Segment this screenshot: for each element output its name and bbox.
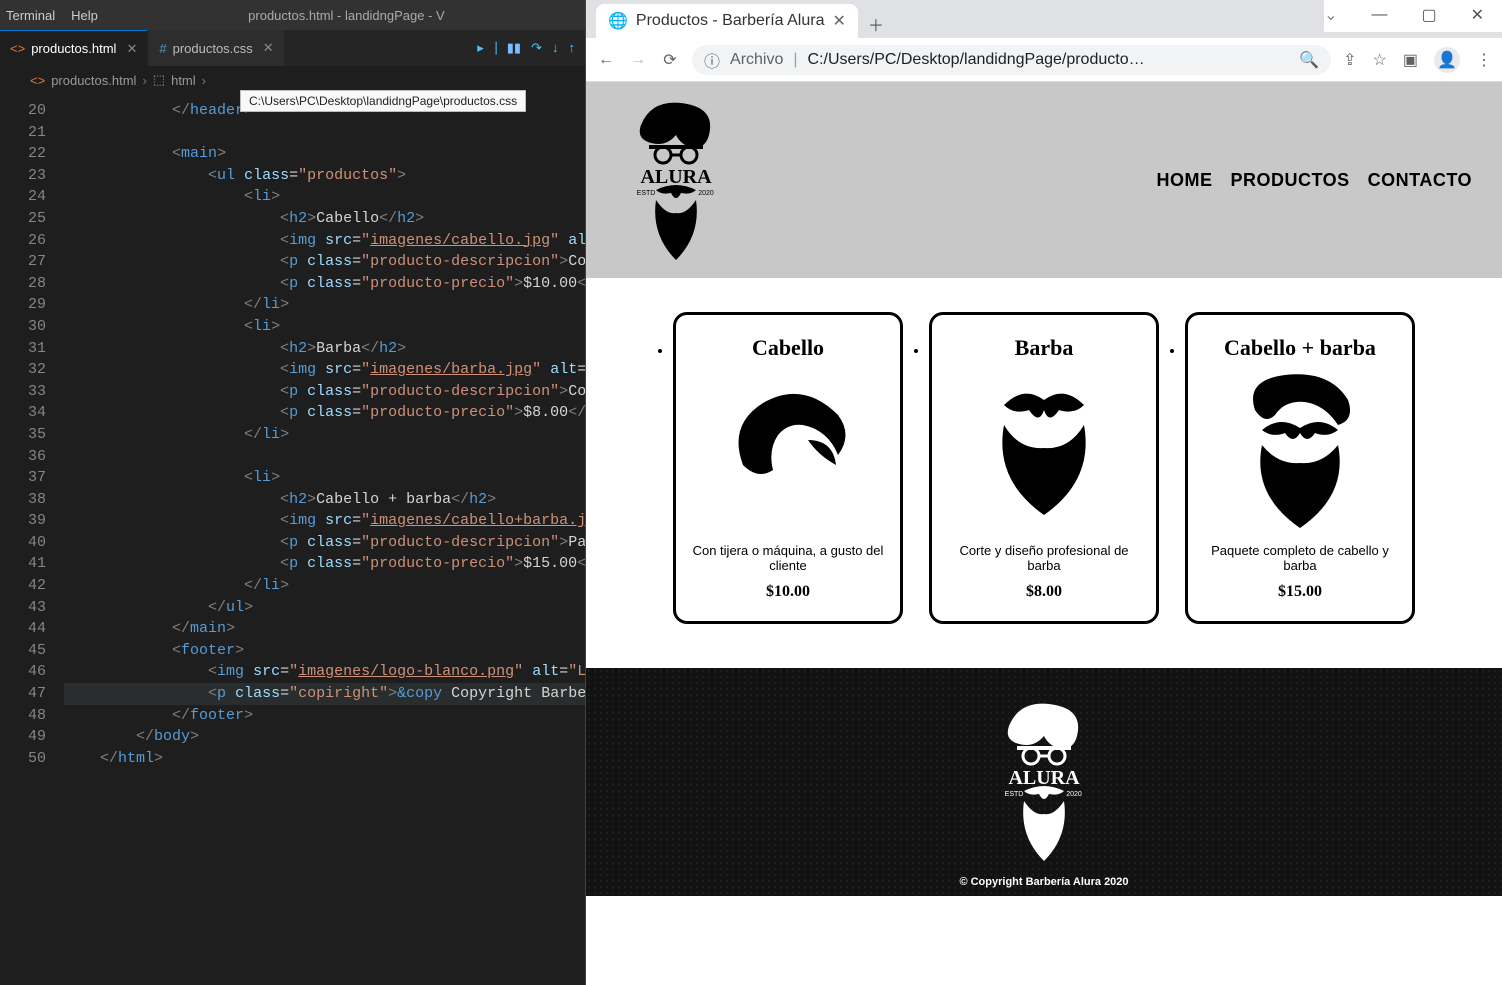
product-image — [688, 375, 888, 525]
url-text: C:/Users/PC/Desktop/landidngPage/product… — [808, 51, 1290, 69]
close-icon[interactable]: ✕ — [263, 40, 274, 56]
breadcrumb-file[interactable]: productos.html — [51, 73, 136, 88]
svg-text:2020: 2020 — [698, 190, 714, 197]
maximize-button[interactable]: ▢ — [1421, 5, 1436, 25]
tab-label: productos.html — [31, 41, 116, 56]
bookmark-icon[interactable]: ☆ — [1373, 50, 1387, 70]
product-title: Barba — [944, 335, 1144, 361]
share-icon[interactable]: ⇪ — [1343, 50, 1356, 70]
chevron-down-icon[interactable]: ⌄ — [1324, 5, 1337, 25]
footer-logo: ALURA ESTD 2020 — [586, 696, 1502, 866]
code-content[interactable]: </header> <main> <ul class="productos"> … — [64, 100, 585, 985]
product-price: $8.00 — [944, 583, 1144, 601]
breadcrumb: <> productos.html › ⬚ html › C:\Users\PC… — [0, 66, 585, 94]
chrome-window: 🌐 Productos - Barbería Alura ✕ ＋ ⌄ — ▢ ✕… — [585, 0, 1502, 985]
debug-continue-icon[interactable]: ▸⎹ — [477, 40, 497, 56]
svg-text:ESTD: ESTD — [1005, 791, 1024, 798]
product-list: Cabello Con tijera o máquina, a gusto del… — [586, 278, 1502, 668]
window-controls: ⌄ — ▢ ✕ — [1324, 0, 1502, 32]
vscode-window: Terminal Help productos.html - landidngP… — [0, 0, 585, 985]
extensions-icon[interactable]: ▣ — [1403, 50, 1418, 70]
page-footer: ALURA ESTD 2020 © Copyright Barbería Alu… — [586, 668, 1502, 896]
browser-tab[interactable]: 🌐 Productos - Barbería Alura ✕ — [596, 4, 858, 38]
html-file-icon: <> — [30, 73, 45, 88]
breadcrumb-segment[interactable]: html — [171, 73, 196, 88]
minimize-button[interactable]: — — [1371, 6, 1387, 24]
info-icon[interactable]: ⓘ — [704, 48, 720, 72]
tab-productos-html[interactable]: <> productos.html ✕ — [0, 30, 147, 66]
product-image — [1200, 375, 1400, 525]
debug-pause-icon[interactable]: ▮▮ — [507, 40, 521, 56]
svg-text:2020: 2020 — [1066, 791, 1082, 798]
forward-button[interactable]: → — [628, 51, 648, 69]
brand-logo: ALURA ESTD 2020 — [616, 95, 736, 265]
menu-help[interactable]: Help — [71, 8, 98, 23]
toolbar-right: ⇪ ☆ ▣ 👤 ⋮ — [1343, 47, 1492, 73]
kebab-menu-icon[interactable]: ⋮ — [1476, 50, 1492, 70]
chrome-toolbar: ← → ⟳ ⓘ Archivo | C:/Users/PC/Desktop/la… — [586, 38, 1502, 82]
product-price: $15.00 — [1200, 583, 1400, 601]
svg-text:ESTD: ESTD — [637, 190, 656, 197]
product-title: Cabello — [688, 335, 888, 361]
chevron-right-icon: › — [142, 73, 146, 88]
alura-logo-icon: ALURA ESTD 2020 — [621, 95, 731, 265]
close-icon[interactable]: ✕ — [832, 11, 845, 31]
product-card: Cabello + barba Paquete completo de cabel… — [1185, 312, 1415, 624]
svg-text:ALURA: ALURA — [1008, 767, 1080, 789]
line-number-gutter: 2021222324252627282930313233343536373839… — [0, 100, 64, 985]
new-tab-button[interactable]: ＋ — [862, 10, 890, 38]
chrome-tabbar: 🌐 Productos - Barbería Alura ✕ ＋ ⌄ — ▢ ✕ — [586, 0, 1502, 38]
product-description: Corte y diseño profesional de barba — [944, 543, 1144, 573]
product-description: Con tijera o máquina, a gusto del client… — [688, 543, 888, 573]
chevron-right-icon: › — [202, 73, 206, 88]
product-card: Barba Corte y diseño profesional de barba… — [929, 312, 1159, 624]
svg-text:ALURA: ALURA — [640, 166, 712, 188]
html-element-icon: ⬚ — [153, 72, 165, 88]
code-editor[interactable]: 2021222324252627282930313233343536373839… — [0, 94, 585, 985]
nav-home[interactable]: HOME — [1156, 170, 1212, 191]
main-nav: HOME PRODUCTOS CONTACTO — [1156, 170, 1472, 191]
debug-step-into-icon[interactable]: ↓ — [552, 40, 559, 56]
reload-button[interactable]: ⟳ — [660, 50, 680, 70]
copyright-text: © Copyright Barbería Alura 2020 — [586, 876, 1502, 888]
product-description: Paquete completo de cabello y barba — [1200, 543, 1400, 573]
close-button[interactable]: ✕ — [1471, 5, 1484, 25]
search-icon[interactable]: 🔍 — [1299, 50, 1319, 70]
html-file-icon: <> — [10, 41, 25, 56]
address-bar[interactable]: ⓘ Archivo | C:/Users/PC/Desktop/landidng… — [692, 45, 1331, 75]
file-path-tooltip: C:\Users\PC\Desktop\landidngPage\product… — [240, 90, 526, 112]
product-card: Cabello Con tijera o máquina, a gusto del… — [673, 312, 903, 624]
menu-terminal[interactable]: Terminal — [6, 8, 55, 23]
url-prefix: Archivo — [730, 51, 783, 69]
debug-step-out-icon[interactable]: ↑ — [569, 40, 576, 56]
alura-logo-white-icon: ALURA ESTD 2020 — [989, 696, 1099, 866]
profile-avatar[interactable]: 👤 — [1434, 47, 1460, 73]
vscode-menubar: Terminal Help productos.html - landidngP… — [0, 0, 585, 30]
close-icon[interactable]: ✕ — [126, 41, 137, 57]
page-header: ALURA ESTD 2020 HOME PRODUCTOS CONTACTO — [586, 82, 1502, 278]
product-price: $10.00 — [688, 583, 888, 601]
editor-tabs: <> productos.html ✕ # productos.css ✕ ▸⎹… — [0, 30, 585, 66]
window-title: productos.html - landidngPage - V — [114, 8, 579, 23]
globe-icon: 🌐 — [608, 11, 628, 31]
debug-toolbar: ▸⎹ ▮▮ ↷ ↓ ↑ — [477, 40, 585, 56]
tab-label: productos.css — [173, 41, 253, 56]
product-title: Cabello + barba — [1200, 335, 1400, 361]
tab-title: Productos - Barbería Alura — [636, 12, 825, 30]
tab-productos-css[interactable]: # productos.css ✕ — [149, 30, 283, 66]
back-button[interactable]: ← — [596, 51, 616, 69]
css-file-icon: # — [159, 41, 166, 56]
product-image — [944, 375, 1144, 525]
nav-productos[interactable]: PRODUCTOS — [1230, 170, 1349, 191]
debug-step-over-icon[interactable]: ↷ — [531, 40, 542, 56]
rendered-page[interactable]: ALURA ESTD 2020 HOME PRODUCTOS CONTACTO … — [586, 82, 1502, 985]
nav-contacto[interactable]: CONTACTO — [1368, 170, 1472, 191]
